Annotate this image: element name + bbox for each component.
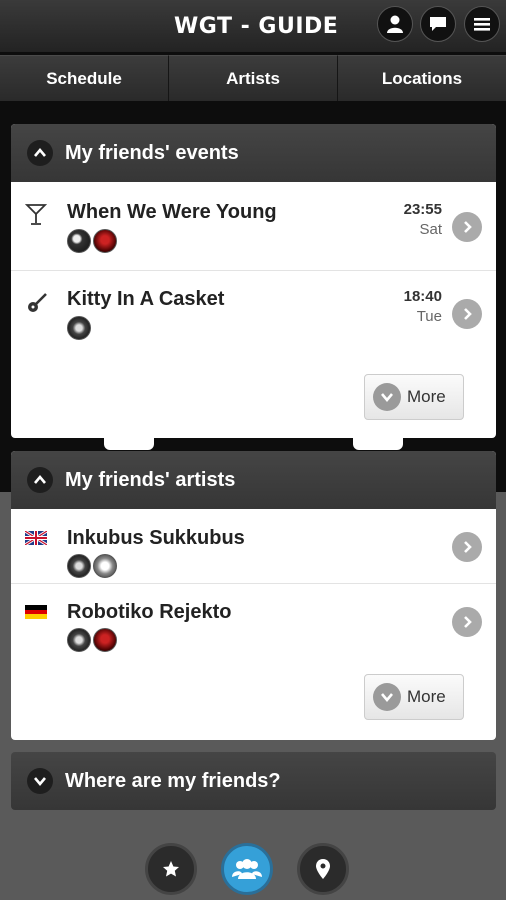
friends-icon <box>232 859 262 879</box>
tab-locations[interactable]: Locations <box>338 55 506 101</box>
artists-more-button[interactable]: More <box>364 674 464 720</box>
profile-button[interactable] <box>377 6 413 42</box>
artist-name: Robotiko Rejekto <box>67 601 232 623</box>
menu-button[interactable] <box>464 6 500 42</box>
event-row[interactable]: Kitty In A Casket 18:40 Tue <box>11 271 496 358</box>
event-title: Kitty In A Casket <box>67 288 225 310</box>
event-time: 23:55 <box>403 201 442 218</box>
friends-events-header[interactable]: My friends' events <box>11 124 496 182</box>
uk-flag-icon <box>24 529 48 550</box>
chevron-down-icon <box>373 683 401 711</box>
location-pin-icon <box>316 859 330 879</box>
event-time: 18:40 <box>403 288 442 305</box>
chevron-up-icon <box>27 140 53 166</box>
chevron-right-icon[interactable] <box>452 212 482 242</box>
avatar[interactable] <box>67 554 91 578</box>
avatar[interactable] <box>93 628 117 652</box>
friend-avatars <box>67 554 119 578</box>
avatar[interactable] <box>93 554 117 578</box>
avatar[interactable] <box>67 628 91 652</box>
avatar[interactable] <box>67 316 91 340</box>
events-more-button[interactable]: More <box>364 374 464 420</box>
friends-button[interactable] <box>221 843 273 895</box>
chevron-right-icon[interactable] <box>452 299 482 329</box>
nav-tabs: Schedule Artists Locations <box>0 55 506 101</box>
event-title: When We Were Young <box>67 201 277 223</box>
artist-row[interactable]: Robotiko Rejekto <box>11 584 496 660</box>
friends-artists-header[interactable]: My friends' artists <box>11 451 496 509</box>
chat-icon <box>430 17 446 31</box>
app-title: WGT - GUIDE <box>174 14 339 39</box>
tab-artists[interactable]: Artists <box>169 55 338 101</box>
divider-notch <box>353 438 403 450</box>
chevron-down-icon <box>27 768 53 794</box>
friends-artists-section: My friends' artists Inkubus Sukkubus Rob… <box>11 451 496 740</box>
artist-name: Inkubus Sukkubus <box>67 527 245 549</box>
friends-events-section: My friends' events When We Were Young 23… <box>11 124 496 438</box>
avatar[interactable] <box>93 229 117 253</box>
chevron-down-icon <box>373 383 401 411</box>
friend-avatars <box>67 229 119 253</box>
friend-avatars <box>67 628 119 652</box>
artist-row[interactable]: Inkubus Sukkubus <box>11 509 496 584</box>
chevron-right-icon[interactable] <box>452 607 482 637</box>
menu-icon <box>474 18 490 31</box>
friend-avatars <box>67 316 93 340</box>
friends-artists-title: My friends' artists <box>65 468 236 491</box>
cocktail-icon <box>24 202 48 231</box>
messages-button[interactable] <box>420 6 456 42</box>
where-friends-header[interactable]: Where are my friends? <box>11 752 496 810</box>
map-button[interactable] <box>297 843 349 895</box>
more-label: More <box>407 387 446 406</box>
avatar[interactable] <box>67 229 91 253</box>
favorites-button[interactable] <box>145 843 197 895</box>
star-icon <box>163 861 179 877</box>
guitar-icon <box>25 291 49 320</box>
event-row[interactable]: When We Were Young 23:55 Sat <box>11 182 496 271</box>
chevron-right-icon[interactable] <box>452 532 482 562</box>
event-day: Tue <box>416 308 442 325</box>
chevron-up-icon <box>27 467 53 493</box>
event-day: Sat <box>419 221 442 238</box>
user-icon <box>387 15 403 33</box>
top-bar: WGT - GUIDE <box>0 0 506 52</box>
divider-notch <box>104 438 154 450</box>
tab-schedule[interactable]: Schedule <box>0 55 169 101</box>
where-friends-title: Where are my friends? <box>65 769 281 792</box>
friends-events-title: My friends' events <box>65 141 239 164</box>
germany-flag-icon <box>25 605 47 624</box>
more-label: More <box>407 687 446 706</box>
